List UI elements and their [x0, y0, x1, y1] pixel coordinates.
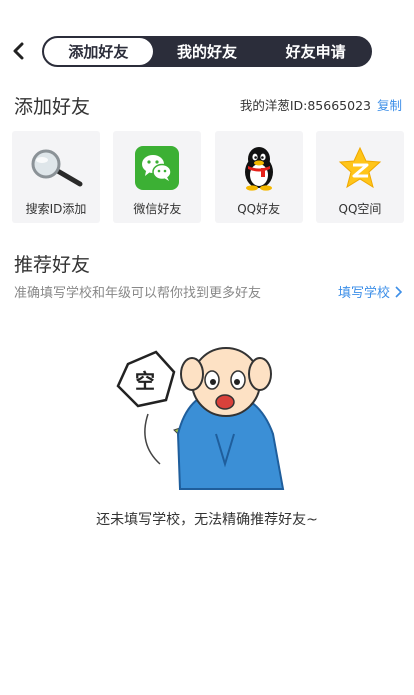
- copy-id-button[interactable]: 复制: [377, 95, 402, 114]
- card-label: QQ好友: [237, 202, 281, 216]
- wechat-friend-card[interactable]: 微信好友: [113, 131, 202, 223]
- fill-school-link[interactable]: 填写学校: [338, 282, 402, 301]
- chevron-right-icon: [395, 285, 402, 298]
- magnifier-icon: [31, 149, 83, 187]
- top-bar: 添加好友 我的好友 好友申请: [0, 28, 414, 74]
- recommend-subtitle: 准确填写学校和年级可以帮你找到更多好友: [14, 286, 262, 301]
- my-id-row: 我的洋葱ID:85665023 复制: [240, 95, 402, 114]
- sign-text: 空: [135, 369, 155, 393]
- chevron-left-icon: [13, 42, 24, 60]
- my-id-text: 我的洋葱ID:85665023: [239, 98, 371, 113]
- back-button[interactable]: [8, 38, 30, 64]
- qq-friend-card[interactable]: QQ好友: [214, 131, 303, 223]
- qq-penguin-icon: [244, 147, 273, 191]
- search-id-card[interactable]: 搜索ID添加: [12, 131, 100, 223]
- add-friend-heading: 添加好友: [14, 96, 91, 118]
- fill-school-label: 填写学校: [337, 286, 390, 301]
- tab-my-friends[interactable]: 我的好友: [153, 38, 262, 65]
- qzone-star-icon: [338, 146, 382, 189]
- wechat-icon: [135, 146, 180, 190]
- empty-state-text: 还未填写学校，无法精确推荐好友~: [96, 512, 318, 528]
- empty-state-illustration: 空: [108, 334, 298, 494]
- recommend-heading: 推荐好友: [14, 254, 91, 276]
- card-label: 微信好友: [133, 202, 182, 216]
- qzone-card[interactable]: QQ空间: [315, 131, 404, 223]
- friends-tab-bar: 添加好友 我的好友 好友申请: [42, 36, 372, 67]
- add-method-cards: 搜索ID添加 微信好友 QQ好友 QQ空间: [12, 131, 404, 223]
- tab-add-friend[interactable]: 添加好友: [44, 38, 153, 65]
- card-label: 搜索ID添加: [25, 202, 87, 216]
- card-label: QQ空间: [338, 202, 382, 216]
- tab-friend-requests[interactable]: 好友申请: [261, 38, 370, 65]
